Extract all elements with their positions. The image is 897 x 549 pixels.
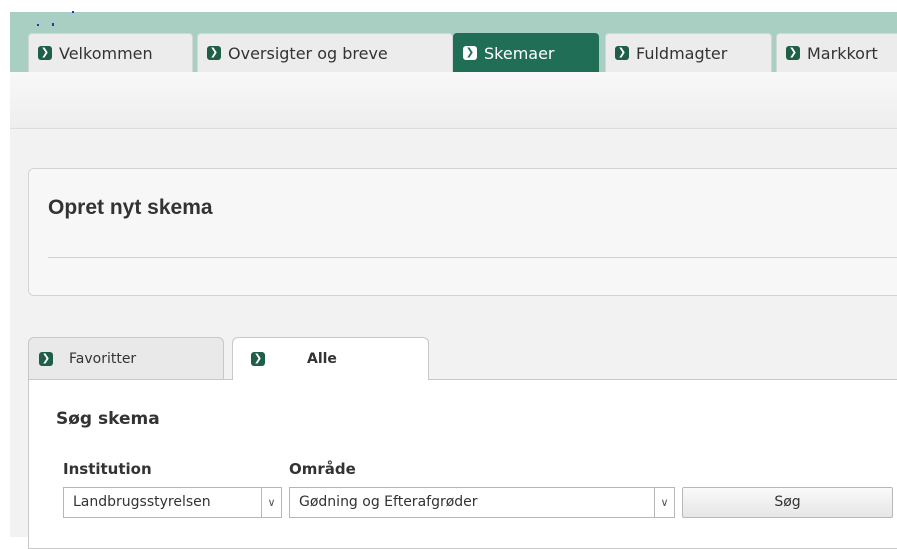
sub-navigation-bar (10, 72, 897, 129)
chevron-right-icon: ❯ (207, 46, 221, 60)
chevron-right-icon: ❯ (38, 46, 52, 60)
tab-velkommen[interactable]: ❯ Velkommen (28, 33, 193, 72)
search-heading: Søg skema (56, 409, 160, 429)
chevron-down-icon[interactable]: ∨ (261, 488, 281, 517)
area-select-value: Gødning og Efterafgrøder (299, 494, 478, 510)
chevron-right-icon: ❯ (615, 46, 629, 60)
tab-label: Markkort (807, 43, 878, 63)
chevron-right-icon: ❯ (251, 352, 265, 366)
tab-skemaer[interactable]: ❯ Skemaer (453, 33, 599, 72)
tab-favoritter[interactable]: ❯ Favoritter (28, 337, 224, 379)
decorative-dot (37, 24, 39, 26)
institution-select[interactable]: Landbrugsstyrelsen ∨ (63, 487, 282, 518)
institution-select-value: Landbrugsstyrelsen (73, 494, 211, 510)
tab-markkort[interactable]: ❯ Markkort (776, 33, 897, 72)
tab-alle[interactable]: ❯ Alle (232, 337, 429, 380)
search-panel (28, 379, 897, 549)
chevron-right-icon: ❯ (39, 351, 53, 366)
institution-label: Institution (63, 460, 152, 478)
tab-label: Oversigter og breve (228, 43, 388, 63)
tab-oversigter-og-breve[interactable]: ❯ Oversigter og breve (197, 33, 453, 72)
tab-label: Fuldmagter (636, 43, 728, 63)
tab-fuldmagter[interactable]: ❯ Fuldmagter (605, 33, 772, 72)
decorative-dot (72, 11, 74, 13)
chevron-right-icon: ❯ (463, 46, 477, 60)
decorative-dot (52, 23, 54, 26)
search-button[interactable]: Søg (682, 487, 893, 518)
chevron-down-icon[interactable]: ∨ (654, 488, 674, 517)
tab-label: Velkommen (59, 43, 153, 63)
chevron-right-icon: ❯ (786, 46, 800, 60)
page-title: Opret nyt skema (48, 196, 213, 219)
divider (48, 257, 897, 258)
tab-label: Skemaer (484, 43, 555, 63)
tab-label: Favoritter (69, 350, 137, 367)
tab-label: Alle (307, 351, 337, 367)
main-navigation: ❯ Velkommen ❯ Oversigter og breve ❯ Skem… (10, 33, 897, 72)
area-label: Område (289, 460, 356, 478)
create-form-panel: Opret nyt skema (28, 168, 897, 296)
area-select[interactable]: Gødning og Efterafgrøder ∨ (289, 487, 675, 518)
